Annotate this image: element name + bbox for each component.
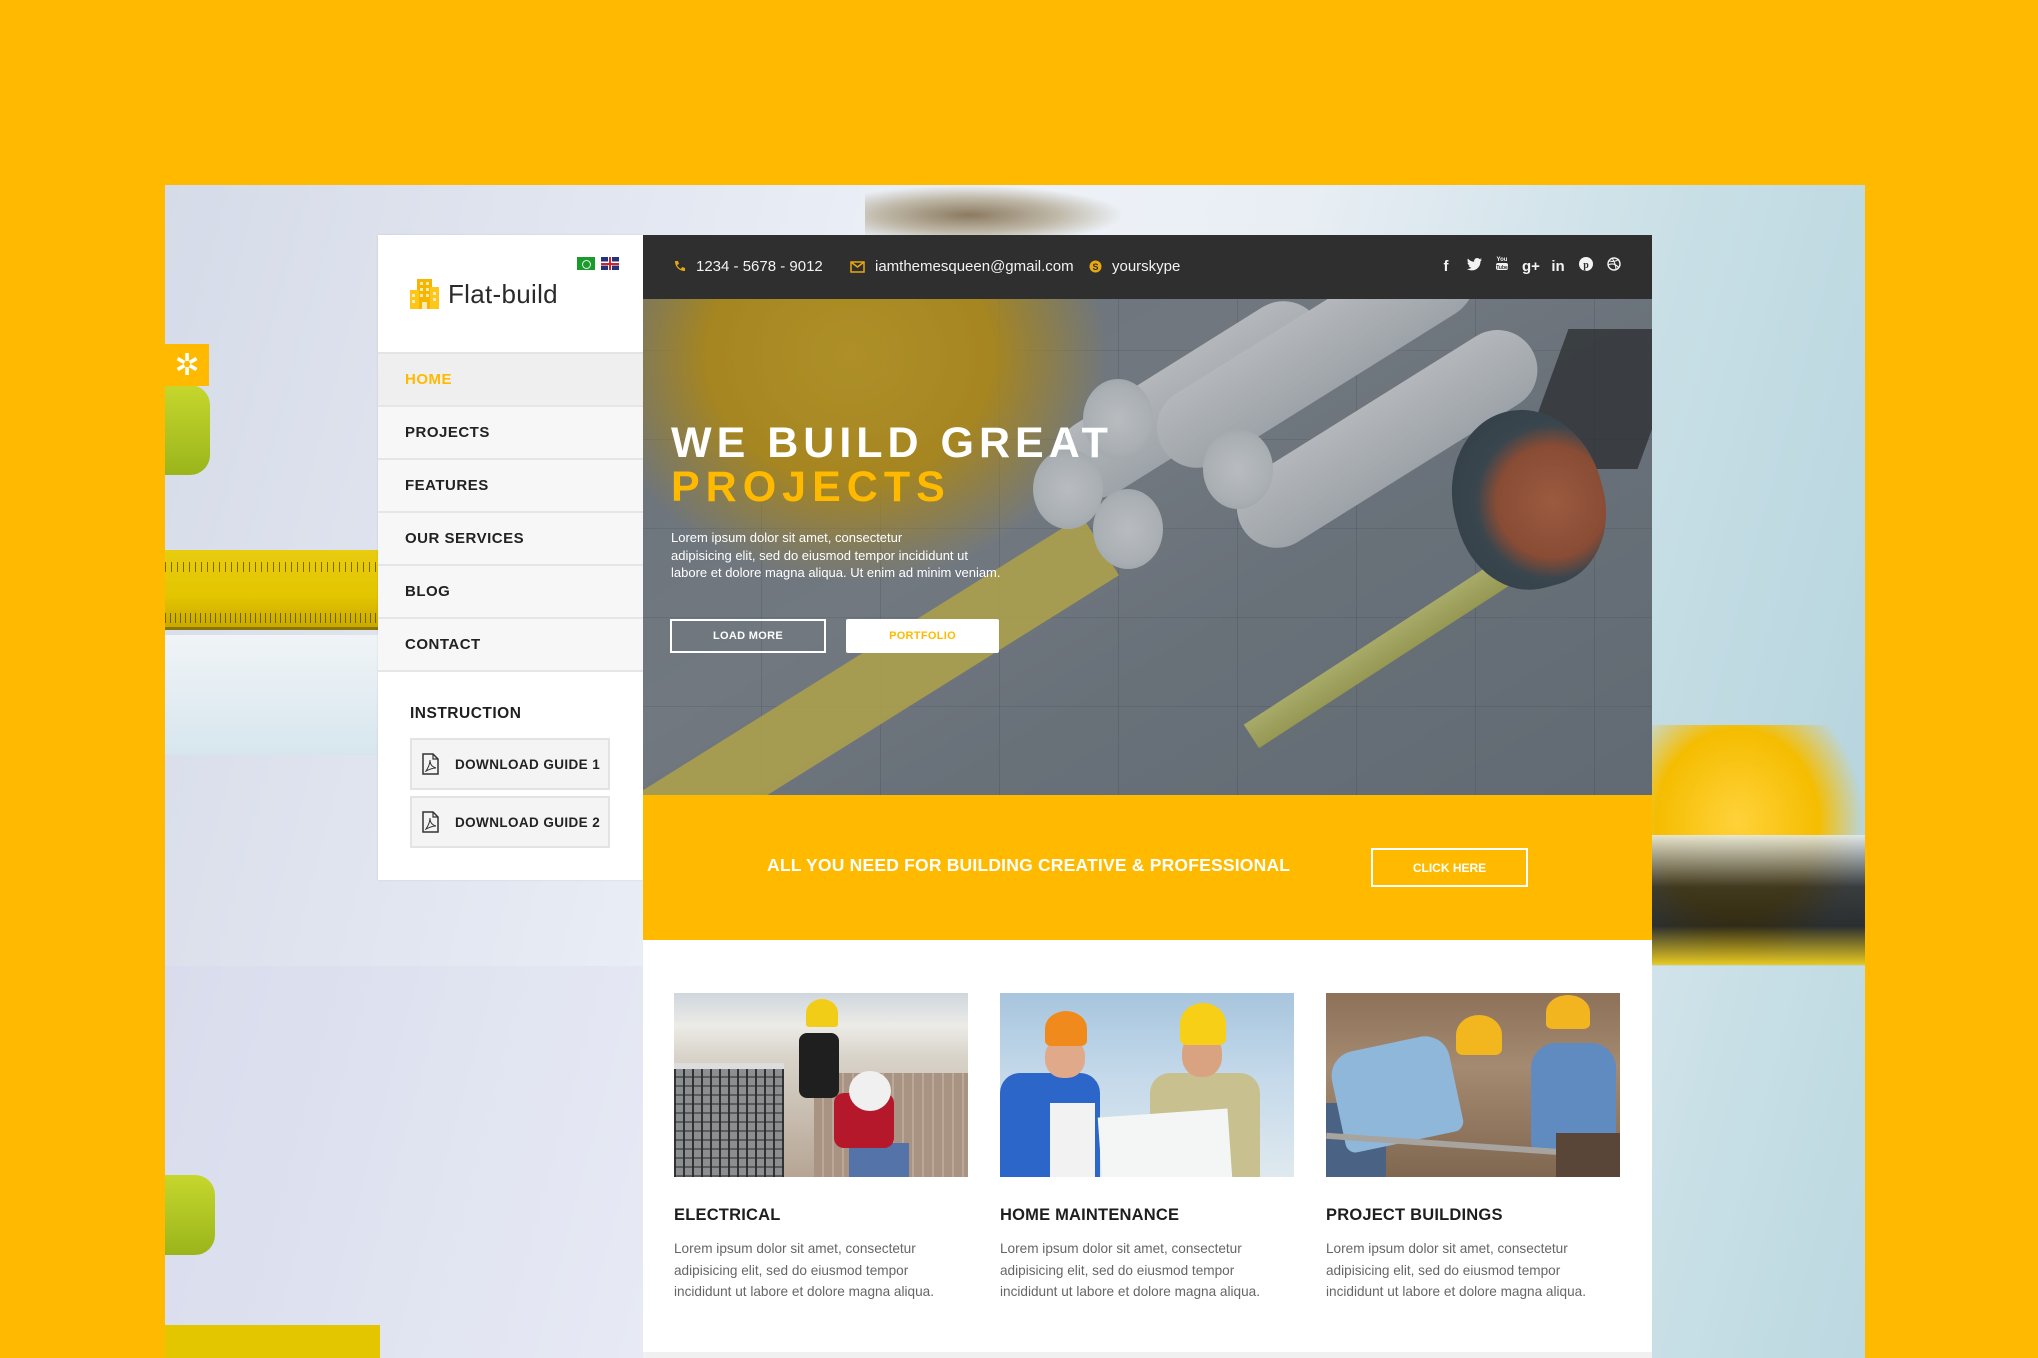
- phone-icon: [673, 260, 686, 273]
- download-guide-1-button[interactable]: DOWNLOAD GUIDE 1: [410, 738, 610, 790]
- hero-banner: WE BUILD GREAT PROJECTS Lorem ipsum dolo…: [643, 299, 1652, 795]
- section-divider: [643, 1352, 1652, 1358]
- image-hard-hat: [1456, 1015, 1502, 1055]
- svg-text:You: You: [1497, 257, 1508, 263]
- image-hard-hat: [1045, 1011, 1087, 1046]
- twitter-icon[interactable]: [1466, 256, 1482, 278]
- svg-text:p: p: [1583, 260, 1589, 271]
- background-blueprint: [165, 635, 380, 755]
- cta-text: ALL YOU NEED FOR BUILDING CREATIVE & PRO…: [767, 855, 1291, 875]
- image-ac-unit: [674, 1063, 784, 1177]
- skype-name: yourskype: [1112, 258, 1181, 275]
- social-links: f You Tube g+ in p: [1438, 255, 1622, 278]
- instruction-heading: INSTRUCTION: [410, 705, 522, 722]
- service-description: Lorem ipsum dolor sit amet, consectetur …: [1326, 1238, 1620, 1303]
- load-more-button[interactable]: LOAD MORE: [670, 619, 826, 653]
- service-title: ELECTRICAL: [674, 1206, 781, 1224]
- service-description-line: adipisicing elit, sed do eiusmod tempor: [1000, 1262, 1235, 1278]
- contact-skype[interactable]: S yourskype: [1089, 258, 1180, 275]
- service-description-line: adipisicing elit, sed do eiusmod tempor: [674, 1262, 909, 1278]
- nav-item-our-services[interactable]: OUR SERVICES: [378, 513, 643, 566]
- brand-name: Flat-build: [448, 278, 558, 309]
- service-card-project-buildings: PROJECT BUILDINGS Lorem ipsum dolor sit …: [1326, 993, 1620, 1303]
- settings-toggle-button[interactable]: ✲: [165, 344, 209, 386]
- service-image-home-maintenance[interactable]: [1000, 993, 1294, 1177]
- contact-phone[interactable]: 1234 - 5678 - 9012: [673, 258, 823, 275]
- facebook-icon[interactable]: f: [1438, 256, 1454, 278]
- google-plus-icon[interactable]: g+: [1522, 256, 1540, 278]
- pinterest-icon[interactable]: p: [1578, 256, 1594, 278]
- nav-item-contact[interactable]: CONTACT: [378, 619, 643, 672]
- background-ruler: [165, 550, 380, 630]
- service-description-line: incididunt ut labore et dolore magna ali…: [1000, 1284, 1260, 1299]
- svg-text:Tube: Tube: [1496, 265, 1508, 271]
- hero-description-line: adipisicing elit, sed do eiusmod tempor …: [671, 547, 969, 563]
- site-logo[interactable]: Flat-build: [408, 277, 558, 311]
- background-lime-object: [165, 1175, 215, 1255]
- image-worker-legs: [849, 1143, 909, 1177]
- service-description: Lorem ipsum dolor sit amet, consectetur …: [1000, 1238, 1294, 1303]
- cta-band: ALL YOU NEED FOR BUILDING CREATIVE & PRO…: [643, 795, 1652, 940]
- contact-email[interactable]: iamthemesqueen@gmail.com: [850, 258, 1074, 275]
- service-description-line: Lorem ipsum dolor sit amet, consectetur: [1000, 1241, 1242, 1256]
- phone-number: 1234 - 5678 - 9012: [696, 258, 823, 275]
- image-wood: [1556, 1133, 1620, 1177]
- skype-icon: S: [1089, 260, 1102, 273]
- language-switcher: [577, 257, 619, 270]
- download-guide-2-button[interactable]: DOWNLOAD GUIDE 2: [410, 796, 610, 848]
- background-lime-object: [165, 385, 210, 475]
- service-card-home-maintenance: HOME MAINTENANCE Lorem ipsum dolor sit a…: [1000, 993, 1294, 1303]
- service-card-electrical: ELECTRICAL Lorem ipsum dolor sit amet, c…: [674, 993, 968, 1303]
- building-logo-icon: [410, 279, 439, 309]
- pdf-file-icon: [422, 811, 439, 833]
- nav-item-features[interactable]: FEATURES: [378, 460, 643, 513]
- image-hard-hat: [806, 999, 838, 1027]
- hero-description-line: labore et dolore magna aliqua. Ut enim a…: [671, 565, 1001, 580]
- envelope-icon: [850, 260, 865, 273]
- nav-item-home[interactable]: HOME: [378, 354, 643, 407]
- youtube-icon[interactable]: You Tube: [1494, 255, 1510, 278]
- linkedin-icon[interactable]: in: [1550, 256, 1566, 278]
- hero-description: Lorem ipsum dolor sit amet, consectetur …: [671, 529, 1091, 582]
- services-section: ELECTRICAL Lorem ipsum dolor sit amet, c…: [643, 940, 1652, 1358]
- service-description-line: incididunt ut labore et dolore magna ali…: [674, 1284, 934, 1299]
- background-tape-measure: [1652, 835, 1865, 965]
- click-here-button[interactable]: CLICK HERE: [1371, 848, 1528, 887]
- svg-text:S: S: [1092, 262, 1098, 272]
- nav-item-blog[interactable]: BLOG: [378, 566, 643, 619]
- service-description: Lorem ipsum dolor sit amet, consectetur …: [674, 1238, 968, 1303]
- service-description-line: incididunt ut labore et dolore magna ali…: [1326, 1284, 1586, 1299]
- service-image-electrical[interactable]: [674, 993, 968, 1177]
- service-image-project-buildings[interactable]: [1326, 993, 1620, 1177]
- service-description-line: Lorem ipsum dolor sit amet, consectetur: [674, 1241, 916, 1256]
- main-nav: HOME PROJECTS FEATURES OUR SERVICES BLOG…: [378, 352, 643, 672]
- pdf-file-icon: [422, 753, 439, 775]
- gear-icon: ✲: [174, 348, 200, 382]
- sidebar: Flat-build HOME PROJECTS FEATURES OUR SE…: [378, 235, 643, 880]
- service-description-line: Lorem ipsum dolor sit amet, consectetur: [1326, 1241, 1568, 1256]
- image-apron: [1050, 1103, 1095, 1177]
- service-title: HOME MAINTENANCE: [1000, 1206, 1180, 1224]
- download-guide-2-label: DOWNLOAD GUIDE 2: [455, 814, 601, 830]
- image-hard-hat: [1180, 1003, 1226, 1045]
- service-title: PROJECT BUILDINGS: [1326, 1206, 1503, 1224]
- service-description-line: adipisicing elit, sed do eiusmod tempor: [1326, 1262, 1561, 1278]
- dribbble-icon[interactable]: [1606, 256, 1622, 278]
- uk-flag-icon[interactable]: [601, 257, 619, 270]
- nav-item-projects[interactable]: PROJECTS: [378, 407, 643, 460]
- hero-title-line2: PROJECTS: [671, 463, 951, 511]
- image-blueprint: [1097, 1108, 1233, 1177]
- top-contact-bar: 1234 - 5678 - 9012 iamthemesqueen@gmail.…: [643, 235, 1652, 299]
- download-guide-1-label: DOWNLOAD GUIDE 1: [455, 756, 601, 772]
- background-ruler: [165, 1325, 380, 1358]
- arabic-flag-icon[interactable]: [577, 257, 595, 270]
- image-hard-hat: [849, 1071, 891, 1111]
- background-figure: [865, 185, 1125, 235]
- hero-title-line1: WE BUILD GREAT: [671, 419, 1113, 467]
- portfolio-button[interactable]: PORTFOLIO: [846, 619, 999, 653]
- image-worker: [799, 1033, 839, 1098]
- email-address: iamthemesqueen@gmail.com: [875, 258, 1074, 275]
- image-hard-hat: [1546, 995, 1590, 1029]
- hero-description-line: Lorem ipsum dolor sit amet, consectetur: [671, 530, 903, 545]
